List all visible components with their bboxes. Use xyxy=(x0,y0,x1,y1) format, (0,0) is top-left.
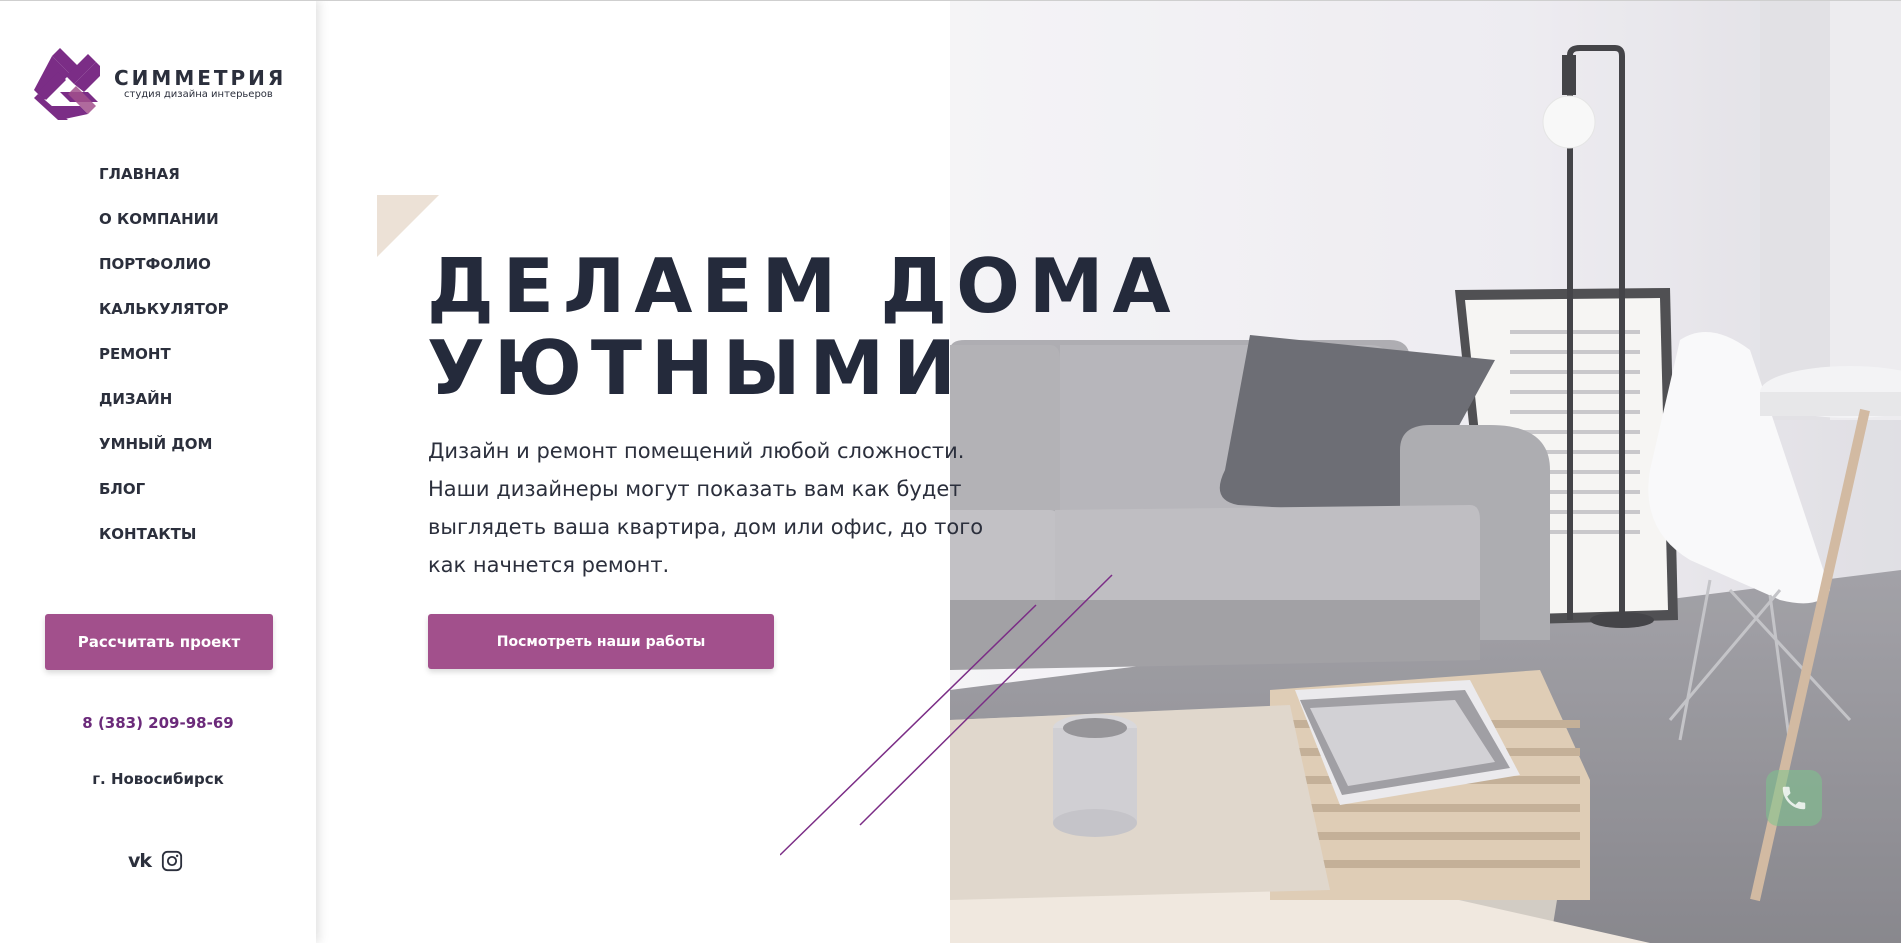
hero-title-line-1: ДЕЛАЕМ ДОМА xyxy=(427,242,1180,330)
calculate-project-button[interactable]: Рассчитать проект xyxy=(45,614,273,670)
social-links: vk xyxy=(128,850,183,872)
nav-item-blog[interactable]: БЛОГ xyxy=(99,478,229,523)
hero-title-line-2: УЮТНЫМИ xyxy=(427,324,965,412)
vk-icon[interactable]: vk xyxy=(128,850,152,872)
city-label: г. Новосибирск xyxy=(92,770,224,788)
nav-item-calculator[interactable]: КАЛЬКУЛЯТОР xyxy=(99,298,229,343)
phone-number[interactable]: 8 (383) 209-98-69 xyxy=(0,714,316,732)
hero-text-line: выглядеть ваша квартира, дом или офис, д… xyxy=(428,515,984,539)
sidebar: СИММЕТРИЯ студия дизайна интерьеров ГЛАВ… xyxy=(0,0,316,943)
nav-item-repair[interactable]: РЕМОНТ xyxy=(99,343,229,388)
brand-name: СИММЕТРИЯ xyxy=(114,66,287,90)
brand-tagline: студия дизайна интерьеров xyxy=(124,89,273,100)
decorative-lines xyxy=(780,574,1113,856)
view-works-button[interactable]: Посмотреть наши работы xyxy=(428,614,774,669)
nav-item-contacts[interactable]: КОНТАКТЫ xyxy=(99,523,229,568)
hero-description: Дизайн и ремонт помещений любой сложност… xyxy=(428,432,1028,584)
phone-icon xyxy=(1782,786,1806,810)
call-button[interactable] xyxy=(1766,770,1822,826)
nav-item-about[interactable]: О КОМПАНИИ xyxy=(99,208,229,253)
logo[interactable]: СИММЕТРИЯ студия дизайна интерьеров xyxy=(30,46,286,122)
instagram-icon[interactable] xyxy=(161,850,183,872)
top-border xyxy=(0,0,1901,1)
hero-text-line: Наши дизайнеры могут показать вам как бу… xyxy=(428,477,962,501)
main-nav: ГЛАВНАЯ О КОМПАНИИ ПОРТФОЛИО КАЛЬКУЛЯТОР… xyxy=(99,163,229,568)
nav-item-home[interactable]: ГЛАВНАЯ xyxy=(99,163,229,208)
hero-title: ДЕЛАЕМ ДОМА УЮТНЫМИ xyxy=(427,245,1187,409)
symmetry-logo-icon xyxy=(34,48,100,120)
nav-item-smart-home[interactable]: УМНЫЙ ДОМ xyxy=(99,433,229,478)
nav-item-design[interactable]: ДИЗАЙН xyxy=(99,388,229,433)
hero-text-line: Дизайн и ремонт помещений любой сложност… xyxy=(428,439,965,463)
nav-item-portfolio[interactable]: ПОРТФОЛИО xyxy=(99,253,229,298)
